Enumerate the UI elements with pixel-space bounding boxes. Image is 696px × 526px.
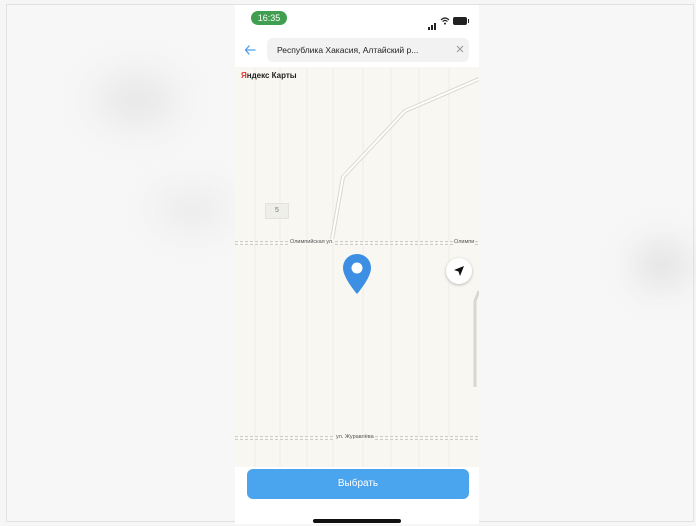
screen-frame: 16:35 Республика Хакасия, Алтайский р...… [0, 0, 696, 526]
location-pin-icon[interactable] [342, 253, 372, 295]
background-blur [157, 195, 227, 225]
house-number-label: 5 [265, 203, 289, 219]
phone-screen: 16:35 Республика Хакасия, Алтайский р...… [235, 5, 479, 524]
address-search-value: Республика Хакасия, Алтайский р... [277, 45, 419, 55]
status-bar: 16:35 [235, 5, 479, 33]
yandex-maps-logo: Яндекс Карты [241, 71, 297, 80]
select-button[interactable]: Выбрать [247, 469, 469, 499]
battery-icon [453, 17, 469, 25]
street-label-top-right: Олимпи [453, 239, 476, 245]
my-location-button[interactable] [446, 258, 472, 284]
cellular-signal-icon [428, 12, 437, 30]
map-view[interactable]: Яндекс Карты 5 Олимпийская ул. Олимпи ул… [235, 67, 479, 467]
background-blur [637, 245, 687, 285]
arrow-left-icon [244, 45, 256, 55]
home-indicator[interactable] [313, 519, 401, 523]
clear-search-button[interactable] [451, 44, 469, 56]
status-time: 16:35 [251, 11, 287, 25]
close-icon [456, 45, 464, 53]
status-icons [428, 12, 469, 30]
navigation-arrow-icon [454, 266, 464, 276]
address-search-input[interactable]: Республика Хакасия, Алтайский р... [267, 38, 469, 62]
wifi-icon [440, 17, 450, 25]
street-label-bottom: ул. Журавлёва [335, 434, 375, 440]
search-bar: Республика Хакасия, Алтайский р... [235, 35, 479, 65]
street-label-top: Олимпийская ул. [289, 239, 335, 245]
background-blur [97, 75, 177, 125]
back-button[interactable] [241, 41, 259, 59]
